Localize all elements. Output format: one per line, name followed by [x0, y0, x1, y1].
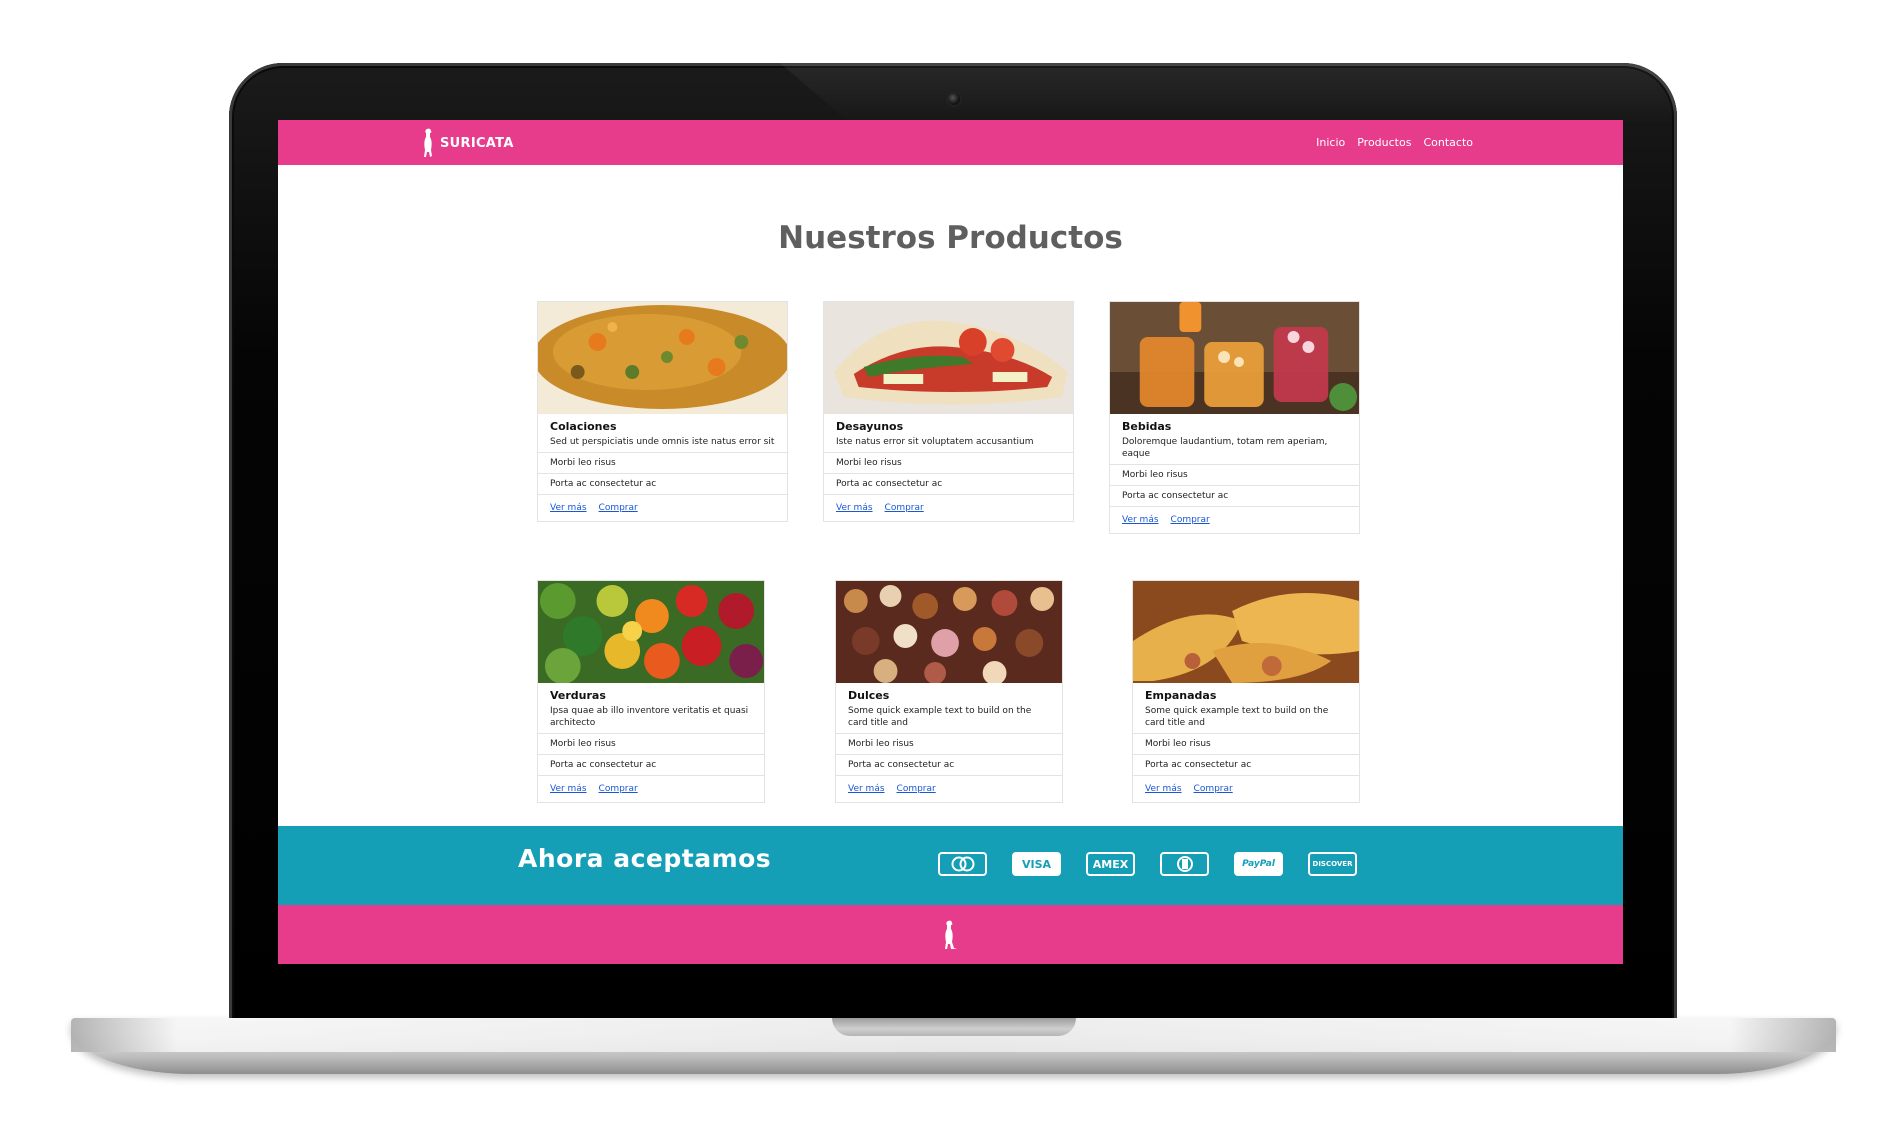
card-title: Colaciones	[550, 420, 617, 433]
discover-icon: DISCOVER	[1308, 852, 1357, 876]
brand-logo[interactable]: SURICATA	[420, 128, 514, 158]
card-links: Ver más Comprar	[538, 775, 764, 802]
list-item: Porta ac consectetur ac	[836, 754, 1062, 775]
card-title: Bebidas	[1122, 420, 1172, 433]
lid-glare	[780, 63, 1680, 125]
card-text: Some quick example text to build on the …	[848, 706, 1032, 728]
product-image	[836, 581, 1062, 683]
site-header: SURICATA Inicio Productos Contacto	[278, 120, 1623, 165]
product-card-colaciones: Colaciones Sed ut perspiciatis unde omni…	[537, 301, 788, 522]
ver-mas-link[interactable]: Ver más	[848, 784, 885, 794]
list-item: Morbi leo risus	[1110, 464, 1359, 485]
comprar-link[interactable]: Comprar	[1194, 784, 1233, 794]
card-title: Desayunos	[836, 420, 904, 433]
list-item: Porta ac consectetur ac	[538, 473, 787, 494]
product-image	[538, 581, 764, 683]
visa-icon: VISA	[1012, 852, 1061, 876]
card-title: Verduras	[550, 689, 606, 702]
card-text: Iste natus error sit voluptatem accusant…	[836, 437, 1034, 447]
product-image	[1110, 302, 1359, 414]
list-item: Porta ac consectetur ac	[1133, 754, 1359, 775]
card-text: Sed ut perspiciatis unde omnis iste natu…	[550, 437, 775, 447]
page-title: Nuestros Productos	[778, 220, 1123, 256]
card-title: Dulces	[848, 689, 890, 702]
product-card-desayunos: Desayunos Iste natus error sit voluptate…	[823, 301, 1074, 522]
product-card-verduras: Verduras Ipsa quae ab illo inventore ver…	[537, 580, 765, 803]
payment-title: Ahora aceptamos	[518, 844, 772, 873]
product-image	[538, 302, 787, 414]
comprar-link[interactable]: Comprar	[885, 503, 924, 513]
list-item: Morbi leo risus	[538, 452, 787, 473]
list-item: Morbi leo risus	[824, 452, 1073, 473]
list-item: Porta ac consectetur ac	[1110, 485, 1359, 506]
list-item: Porta ac consectetur ac	[538, 754, 764, 775]
site-footer	[278, 905, 1623, 964]
meerkat-logo-icon	[945, 920, 957, 949]
card-links: Ver más Comprar	[1133, 775, 1359, 802]
product-image	[1133, 581, 1359, 683]
card-text: Doloremque laudantium, totam rem aperiam…	[1122, 437, 1328, 459]
mastercard-icon	[938, 852, 987, 876]
product-card-bebidas: Bebidas Doloremque laudantium, totam rem…	[1109, 301, 1360, 534]
paypal-icon: PayPal	[1234, 852, 1283, 876]
card-title: Empanadas	[1145, 689, 1217, 702]
comprar-link[interactable]: Comprar	[599, 503, 638, 513]
list-item: Morbi leo risus	[1133, 733, 1359, 754]
laptop-notch	[832, 1018, 1076, 1036]
ver-mas-link[interactable]: Ver más	[550, 503, 587, 513]
comprar-link[interactable]: Comprar	[897, 784, 936, 794]
card-links: Ver más Comprar	[538, 494, 787, 521]
ver-mas-link[interactable]: Ver más	[550, 784, 587, 794]
payment-methods-band: Ahora aceptamos VISA AMEX PayPal DISCOVE…	[278, 826, 1623, 905]
comprar-link[interactable]: Comprar	[599, 784, 638, 794]
diners-icon	[1160, 852, 1209, 876]
webcam-icon	[948, 93, 960, 105]
card-links: Ver más Comprar	[824, 494, 1073, 521]
list-item: Morbi leo risus	[538, 733, 764, 754]
meerkat-logo-icon	[424, 128, 432, 157]
nav-productos[interactable]: Productos	[1357, 136, 1411, 149]
browser-screen: SURICATA Inicio Productos Contacto Nuest…	[278, 120, 1623, 964]
card-links: Ver más Comprar	[836, 775, 1062, 802]
product-card-dulces: Dulces Some quick example text to build …	[835, 580, 1063, 803]
main-nav: Inicio Productos Contacto	[1316, 120, 1473, 165]
card-text: Some quick example text to build on the …	[1145, 706, 1329, 728]
ver-mas-link[interactable]: Ver más	[836, 503, 873, 513]
brand-name: SURICATA	[440, 135, 514, 151]
product-image	[824, 302, 1073, 414]
comprar-link[interactable]: Comprar	[1171, 515, 1210, 525]
payment-icons: VISA AMEX PayPal DISCOVER	[938, 852, 1357, 876]
ver-mas-link[interactable]: Ver más	[1145, 784, 1182, 794]
card-links: Ver más Comprar	[1110, 506, 1359, 533]
list-item: Porta ac consectetur ac	[824, 473, 1073, 494]
nav-inicio[interactable]: Inicio	[1316, 136, 1345, 149]
nav-contacto[interactable]: Contacto	[1423, 136, 1473, 149]
amex-icon: AMEX	[1086, 852, 1135, 876]
product-card-empanadas: Empanadas Some quick example text to bui…	[1132, 580, 1360, 803]
list-item: Morbi leo risus	[836, 733, 1062, 754]
ver-mas-link[interactable]: Ver más	[1122, 515, 1159, 525]
card-text: Ipsa quae ab illo inventore veritatis et…	[550, 706, 749, 728]
